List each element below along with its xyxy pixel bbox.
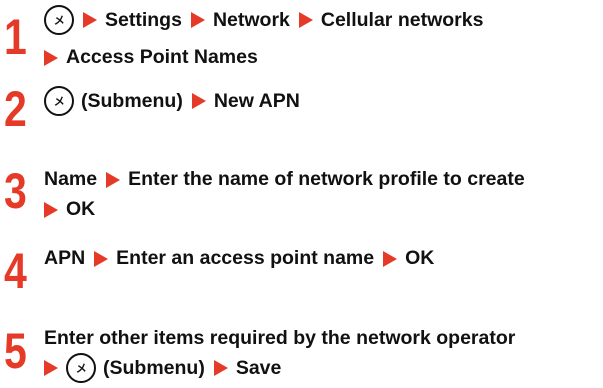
step-line: APN Enter an access point name OK: [44, 247, 434, 270]
menu-key-icon: メ: [44, 86, 74, 116]
arrow-icon: [298, 12, 313, 28]
arrow-icon: [213, 360, 228, 376]
step-number: 4: [4, 243, 27, 299]
step-number: 2: [4, 81, 27, 137]
step-line: Name Enter the name of network profile t…: [44, 168, 525, 191]
step-text: OK: [405, 247, 435, 269]
step-text: Save: [235, 356, 282, 379]
step-line: Enter other items required by the networ…: [44, 327, 515, 350]
step-line: Access Point Names: [42, 46, 258, 69]
step-text: APN: [44, 247, 86, 269]
step-text: Enter an access point name: [116, 247, 375, 269]
arrow-icon: [94, 250, 109, 267]
menu-key-icon: メ: [44, 5, 74, 35]
step-text: Settings: [105, 8, 182, 31]
step-text: Enter the name of network profile to cre…: [128, 168, 525, 190]
arrow-icon: [83, 12, 97, 28]
arrow-icon: [383, 250, 398, 267]
step-line: メ Settings Network Cellular networks: [44, 5, 483, 35]
menu-key-icon: メ: [66, 353, 96, 383]
arrow-icon: [106, 171, 121, 188]
step-number: 5: [4, 323, 27, 379]
step-line: OK: [42, 198, 95, 221]
step-text: (Submenu): [81, 89, 183, 112]
step-text: Cellular networks: [320, 8, 484, 31]
step-text: Name: [44, 168, 98, 190]
step-text: Access Point Names: [66, 46, 258, 68]
step-line: メ (Submenu) New APN: [44, 86, 300, 116]
step-line: メ (Submenu) Save: [42, 353, 281, 383]
step-text: Network: [212, 8, 290, 31]
arrow-icon: [44, 49, 58, 66]
step-number: 1: [4, 9, 27, 65]
arrow-icon: [44, 360, 58, 376]
step-number: 3: [4, 163, 27, 219]
arrow-icon: [190, 12, 205, 28]
arrow-icon: [44, 201, 58, 218]
step-text: OK: [66, 198, 96, 220]
step-text: Enter other items required by the networ…: [44, 327, 516, 349]
step-text: (Submenu): [103, 356, 205, 379]
arrow-icon: [191, 93, 206, 109]
step-text: New APN: [213, 89, 300, 112]
